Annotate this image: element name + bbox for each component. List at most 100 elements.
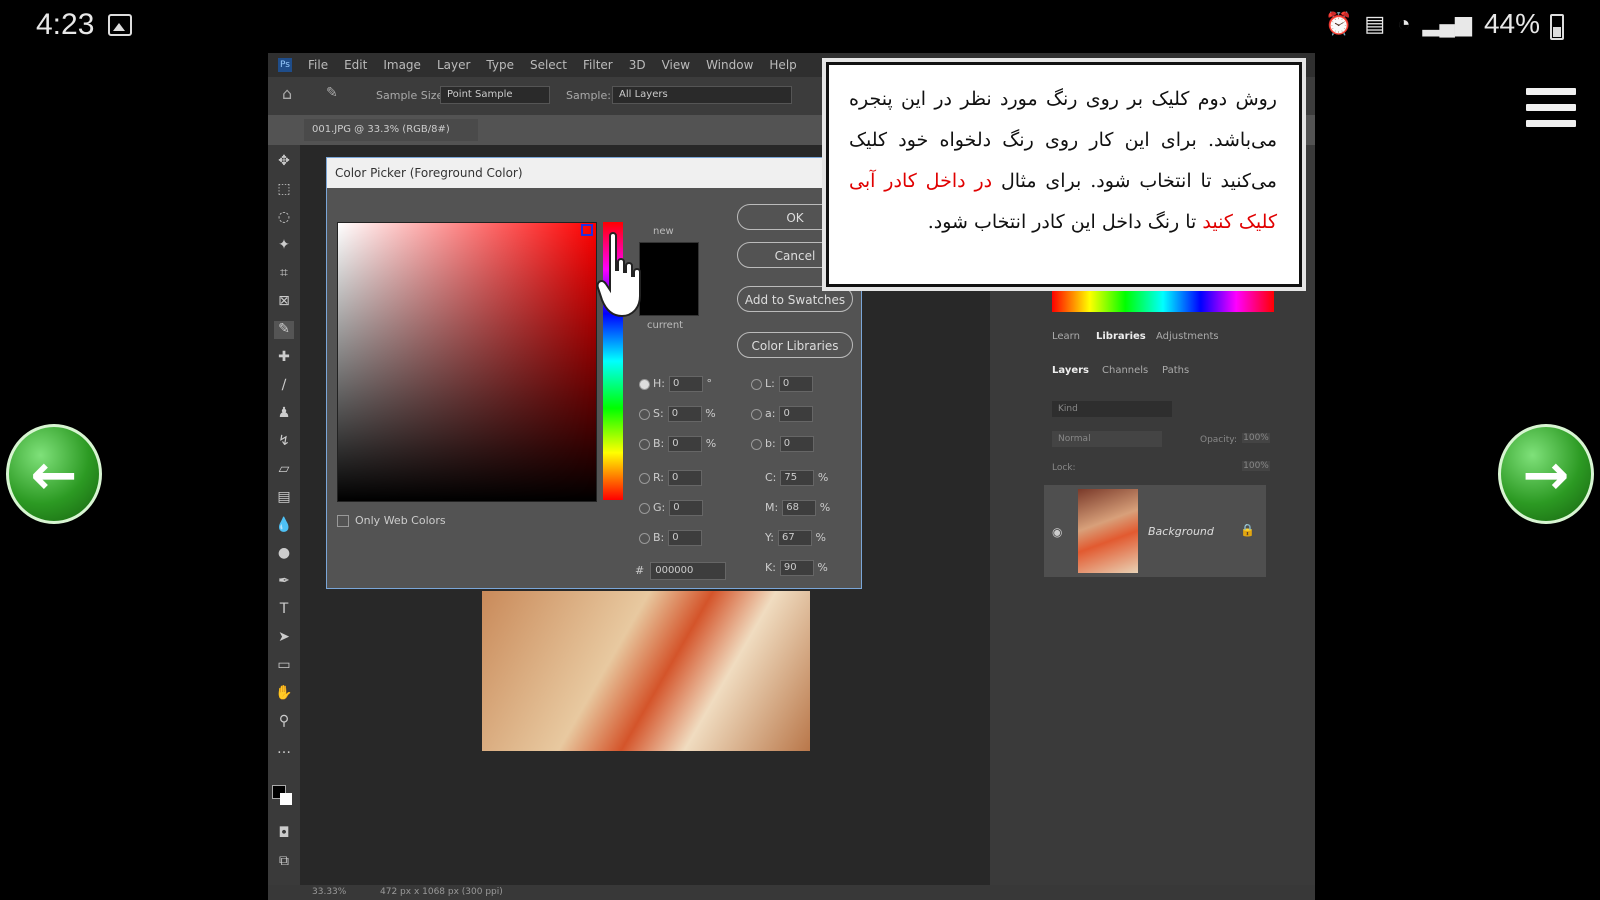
zoom-tool-icon[interactable]: ⚲ [274,713,294,731]
menu-hamburger-icon[interactable] [1526,88,1576,136]
blur-tool-icon[interactable]: 💧 [274,517,294,535]
field-s[interactable]: S: 0 % [639,406,716,422]
field-m[interactable]: M: 68 % [765,500,830,516]
menu-help[interactable]: Help [769,58,796,72]
input-h[interactable]: 0 [668,376,703,392]
document-tab[interactable]: 001.JPG @ 33.3% (RGB/8#) [304,119,478,141]
layer-filter-input[interactable]: Kind [1052,401,1172,417]
tab-libraries[interactable]: Libraries [1096,331,1146,342]
menu-filter[interactable]: Filter [583,58,613,72]
input-a[interactable]: 0 [779,406,814,422]
color-spectrum-bar[interactable] [1052,284,1274,312]
blend-mode-select[interactable]: Normal [1052,431,1162,447]
layer-row[interactable]: ◉ Background 🔒 [1044,485,1266,577]
field-r[interactable]: R: 0 [639,470,703,486]
path-select-icon[interactable]: ➤ [274,629,294,647]
menu-view[interactable]: View [662,58,690,72]
history-brush-icon[interactable]: ↯ [274,433,294,451]
eyedropper-tool-icon[interactable]: ✎ [326,85,338,101]
hex-field[interactable]: #000000 [635,562,727,580]
sample-size-select[interactable]: Point Sample [440,86,550,104]
menu-window[interactable]: Window [706,58,753,72]
quick-select-tool-icon[interactable]: ✦ [274,237,294,255]
gradient-tool-icon[interactable]: ▤ [274,489,294,507]
brush-tool-icon[interactable]: ∕ [274,377,294,395]
more-tools-icon[interactable]: … [274,741,294,759]
hand-tool-icon[interactable]: ✋ [274,685,294,703]
radio-a[interactable] [751,408,762,420]
healing-brush-icon[interactable]: ✚ [274,349,294,367]
input-m[interactable]: 68 [782,500,817,516]
eye-icon[interactable]: ◉ [1052,525,1062,539]
lasso-tool-icon[interactable]: ◌ [274,209,294,227]
field-g[interactable]: G: 0 [639,500,704,516]
input-r[interactable]: 0 [668,470,703,486]
radio-g[interactable] [639,502,650,514]
field-b[interactable]: B: 0 % [639,436,716,452]
input-b[interactable]: 0 [668,436,703,452]
field-a[interactable]: a: 0 [751,406,814,422]
type-tool-icon[interactable]: T [274,601,294,619]
eraser-tool-icon[interactable]: ▱ [274,461,294,479]
field-lab-b[interactable]: b: 0 [751,436,814,452]
only-web-colors-checkbox[interactable] [337,515,349,527]
field-blue[interactable]: B: 0 [639,530,703,546]
radio-h[interactable] [639,378,650,390]
only-web-colors[interactable]: Only Web Colors [337,514,446,527]
input-blue[interactable]: 0 [668,530,703,546]
home-icon[interactable]: ⌂ [282,84,292,103]
input-g[interactable]: 0 [669,500,704,516]
radio-r[interactable] [639,472,650,484]
field-h[interactable]: H: 0 ° [639,376,712,392]
radio-blue[interactable] [639,532,650,544]
previous-page-button[interactable]: ← [6,424,102,524]
menu-image[interactable]: Image [383,58,421,72]
rectangle-tool-icon[interactable]: ▭ [274,657,294,675]
tab-learn[interactable]: Learn [1052,331,1080,342]
color-libraries-button[interactable]: Color Libraries [737,332,853,358]
input-c[interactable]: 75 [780,470,815,486]
input-k[interactable]: 90 [779,560,814,576]
fill-value[interactable]: 100% [1242,461,1270,471]
input-l[interactable]: 0 [778,376,813,392]
input-s[interactable]: 0 [667,406,702,422]
menu-edit[interactable]: Edit [344,58,367,72]
field-c[interactable]: C: 75 % [765,470,828,486]
stamp-tool-icon[interactable]: ♟ [274,405,294,423]
move-tool-icon[interactable]: ✥ [274,153,294,171]
radio-lab-b[interactable] [751,438,762,450]
add-to-swatches-button[interactable]: Add to Swatches [737,286,853,312]
hex-input[interactable]: 000000 [650,562,727,580]
quick-mask-icon[interactable]: ◘ [274,825,294,843]
color-selection-marker[interactable] [581,224,593,236]
input-lab-b[interactable]: 0 [779,436,814,452]
menu-file[interactable]: File [308,58,328,72]
tab-layers[interactable]: Layers [1052,365,1089,376]
tab-adjustments[interactable]: Adjustments [1156,331,1219,342]
crop-tool-icon[interactable]: ⌗ [274,265,294,283]
marquee-tool-icon[interactable]: ⬚ [274,181,294,199]
saturation-brightness-field[interactable] [337,222,597,502]
radio-l[interactable] [751,378,762,390]
sample-select[interactable]: All Layers [612,86,792,104]
menu-3d[interactable]: 3D [629,58,646,72]
opacity-value[interactable]: 100% [1242,433,1270,443]
field-y[interactable]: Y: 67 % [765,530,826,546]
radio-s[interactable] [639,408,650,420]
pen-tool-icon[interactable]: ✒ [274,573,294,591]
tab-channels[interactable]: Channels [1102,365,1148,376]
frame-tool-icon[interactable]: ⊠ [274,293,294,311]
screen-mode-icon[interactable]: ⧉ [274,853,294,871]
menu-type[interactable]: Type [486,58,514,72]
tab-paths[interactable]: Paths [1162,365,1189,376]
eyedropper-icon[interactable]: ✎ [274,321,294,339]
background-color-swatch[interactable] [280,793,292,805]
menu-layer[interactable]: Layer [437,58,470,72]
input-y[interactable]: 67 [777,530,812,546]
menu-select[interactable]: Select [530,58,567,72]
field-k[interactable]: K: 90 % [765,560,828,576]
radio-b[interactable] [639,438,650,450]
dodge-tool-icon[interactable]: ● [274,545,294,563]
next-page-button[interactable]: → [1498,424,1594,524]
field-l[interactable]: L: 0 [751,376,813,392]
